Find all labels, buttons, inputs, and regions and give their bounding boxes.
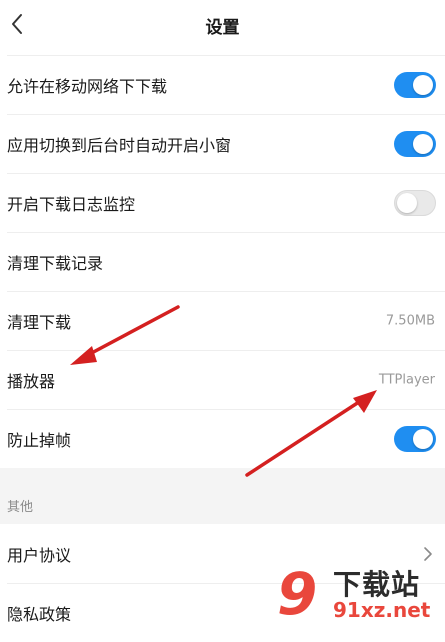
row-divider [7, 232, 445, 233]
row-divider [7, 350, 445, 351]
toggle-knob [413, 428, 433, 449]
setting-row-mobile-download[interactable]: 允许在移动网络下下载 [0, 55, 445, 114]
setting-row-player[interactable]: 播放器 TTPlayer [0, 350, 445, 409]
watermark-logo: 9 下载站 91xz.net [275, 563, 445, 625]
setting-row-clear-downloads[interactable]: 清理下载 7.50MB [0, 291, 445, 350]
setting-label: 开启下载日志监控 [7, 194, 136, 214]
row-divider [7, 291, 445, 292]
page-title: 设置 [205, 18, 240, 38]
setting-label: 允许在移动网络下下载 [7, 76, 168, 96]
auto-pip-toggle[interactable] [394, 130, 436, 157]
row-divider [7, 173, 445, 174]
toggle-knob [413, 74, 433, 95]
player-value: TTPlayer [378, 372, 435, 387]
mobile-download-toggle[interactable] [394, 71, 436, 98]
prevent-frame-drop-toggle[interactable] [394, 425, 436, 452]
setting-row-prevent-frame-drop[interactable]: 防止掉帧 [0, 409, 445, 468]
download-log-toggle[interactable] [394, 189, 436, 216]
setting-row-clear-history[interactable]: 清理下载记录 [0, 232, 445, 291]
top-bar: 设置 [0, 0, 445, 52]
toggle-knob [413, 133, 433, 154]
chevron-right-icon [424, 546, 432, 561]
toggle-knob [397, 192, 417, 213]
setting-label: 隐私政策 [7, 604, 72, 624]
row-divider [7, 409, 445, 410]
row-divider [7, 114, 445, 115]
watermark-brand: 下载站 [333, 568, 421, 601]
section-header-other: 其他 [0, 468, 445, 524]
setting-label: 用户协议 [7, 545, 72, 565]
setting-row-download-log[interactable]: 开启下载日志监控 [0, 173, 445, 232]
setting-label: 清理下载 [7, 312, 72, 332]
row-divider [7, 55, 445, 56]
setting-label: 播放器 [7, 371, 56, 391]
setting-row-auto-pip[interactable]: 应用切换到后台时自动开启小窗 [0, 114, 445, 173]
setting-label: 应用切换到后台时自动开启小窗 [7, 135, 232, 155]
setting-label: 防止掉帧 [7, 430, 72, 450]
watermark-nine-logo: 9 [277, 560, 318, 628]
section-title: 其他 [7, 500, 34, 515]
download-size-value: 7.50MB [385, 313, 435, 328]
setting-label: 清理下载记录 [7, 253, 104, 273]
watermark-url: 91xz.net [333, 598, 431, 622]
